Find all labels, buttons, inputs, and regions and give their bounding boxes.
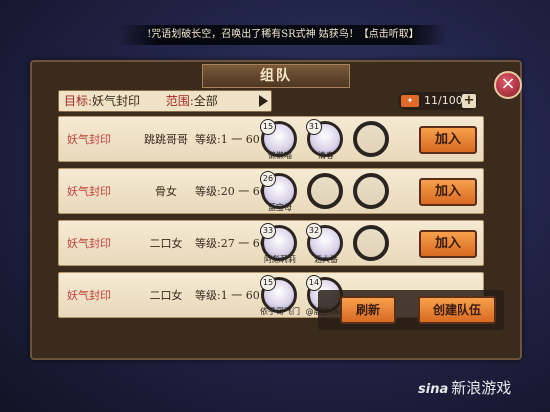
ticket-counter: ✦ 11/100 + [398,92,478,110]
member-name: 依子哥飞门 [260,307,300,316]
member-name: 涵大番 [314,255,338,264]
watermark-text: 新浪游戏 [451,379,512,397]
member-level: 14 [306,275,322,291]
empty-slot [353,225,389,261]
member-level: 31 [306,119,322,135]
member-name: 阿彪莉莉 [264,255,296,264]
member-slot[interactable]: 33 阿彪莉莉 [260,223,297,264]
member-slot[interactable]: 26 蓝宝母 [260,171,297,212]
member-name: 清春 [318,151,334,160]
member-slot[interactable]: 15 懒懒喵 [260,119,297,160]
row-goal: 妖气封印 [67,185,111,198]
row-goal: 妖气封印 [67,133,111,146]
member-level: 15 [260,119,276,135]
team-row: 妖气封印 跳跳哥哥 等级:1 一 60 15 懒懒喵 31 清春 加入 [58,116,484,162]
member-level: 15 [260,275,276,291]
member-name: 懒懒喵 [268,151,292,160]
member-slot[interactable]: 32 涵大番 [306,223,343,264]
row-level-range: 等级:27 一 60 [195,237,267,250]
empty-slot [353,121,389,157]
empty-slot [307,173,343,209]
join-button[interactable]: 加入 [419,178,477,206]
sina-logo: sina [418,382,449,397]
member-slot[interactable]: 31 清春 [306,119,343,160]
filter-selector[interactable]: 目标:妖气封印 范围:全部 [58,90,272,112]
ticket-count: 11/100 [424,94,463,107]
goal-label: 目标: [64,94,93,108]
row-goal: 妖气封印 [67,289,111,302]
member-slot[interactable]: 15 依子哥飞门 [260,275,300,316]
join-button[interactable]: 加入 [419,230,477,258]
play-triangle-icon[interactable] [259,95,268,107]
add-ticket-button[interactable]: + [462,94,476,108]
scope-label: 范围: [165,94,194,108]
member-level: 32 [306,223,322,239]
team-row: 妖气封印 二口女 等级:27 一 60 33 阿彪莉莉 32 涵大番 加入 [58,220,484,266]
world-broadcast-banner[interactable]: !咒语划破长空，召唤出了稀有SR式神 姑获鸟！【点击听取】 [118,25,448,45]
window-title: 组队 [202,64,350,88]
close-icon: × [500,73,516,94]
row-level-range: 等级:20 一 60 [195,185,267,198]
empty-slot [353,173,389,209]
goal-value: 妖气封印 [92,94,141,108]
row-level-range: 等级:1 一 60 [195,133,260,146]
row-goal: 妖气封印 [67,237,111,250]
member-name: 蓝宝母 [268,203,292,212]
sina-watermark: sina 新浪游戏 [418,376,546,400]
member-level: 33 [260,223,276,239]
member-level: 26 [260,171,276,187]
scope-value: 全部 [193,94,218,108]
join-button[interactable]: 加入 [419,126,477,154]
row-level-range: 等级:1 一 60 [195,289,260,302]
refresh-button[interactable]: 刷新 [340,296,396,324]
close-button[interactable]: × [494,71,522,99]
ticket-icon: ✦ [401,95,419,107]
team-row: 妖气封印 骨女 等级:20 一 60 26 蓝宝母 加入 [58,168,484,214]
create-team-button[interactable]: 创建队伍 [418,296,496,324]
